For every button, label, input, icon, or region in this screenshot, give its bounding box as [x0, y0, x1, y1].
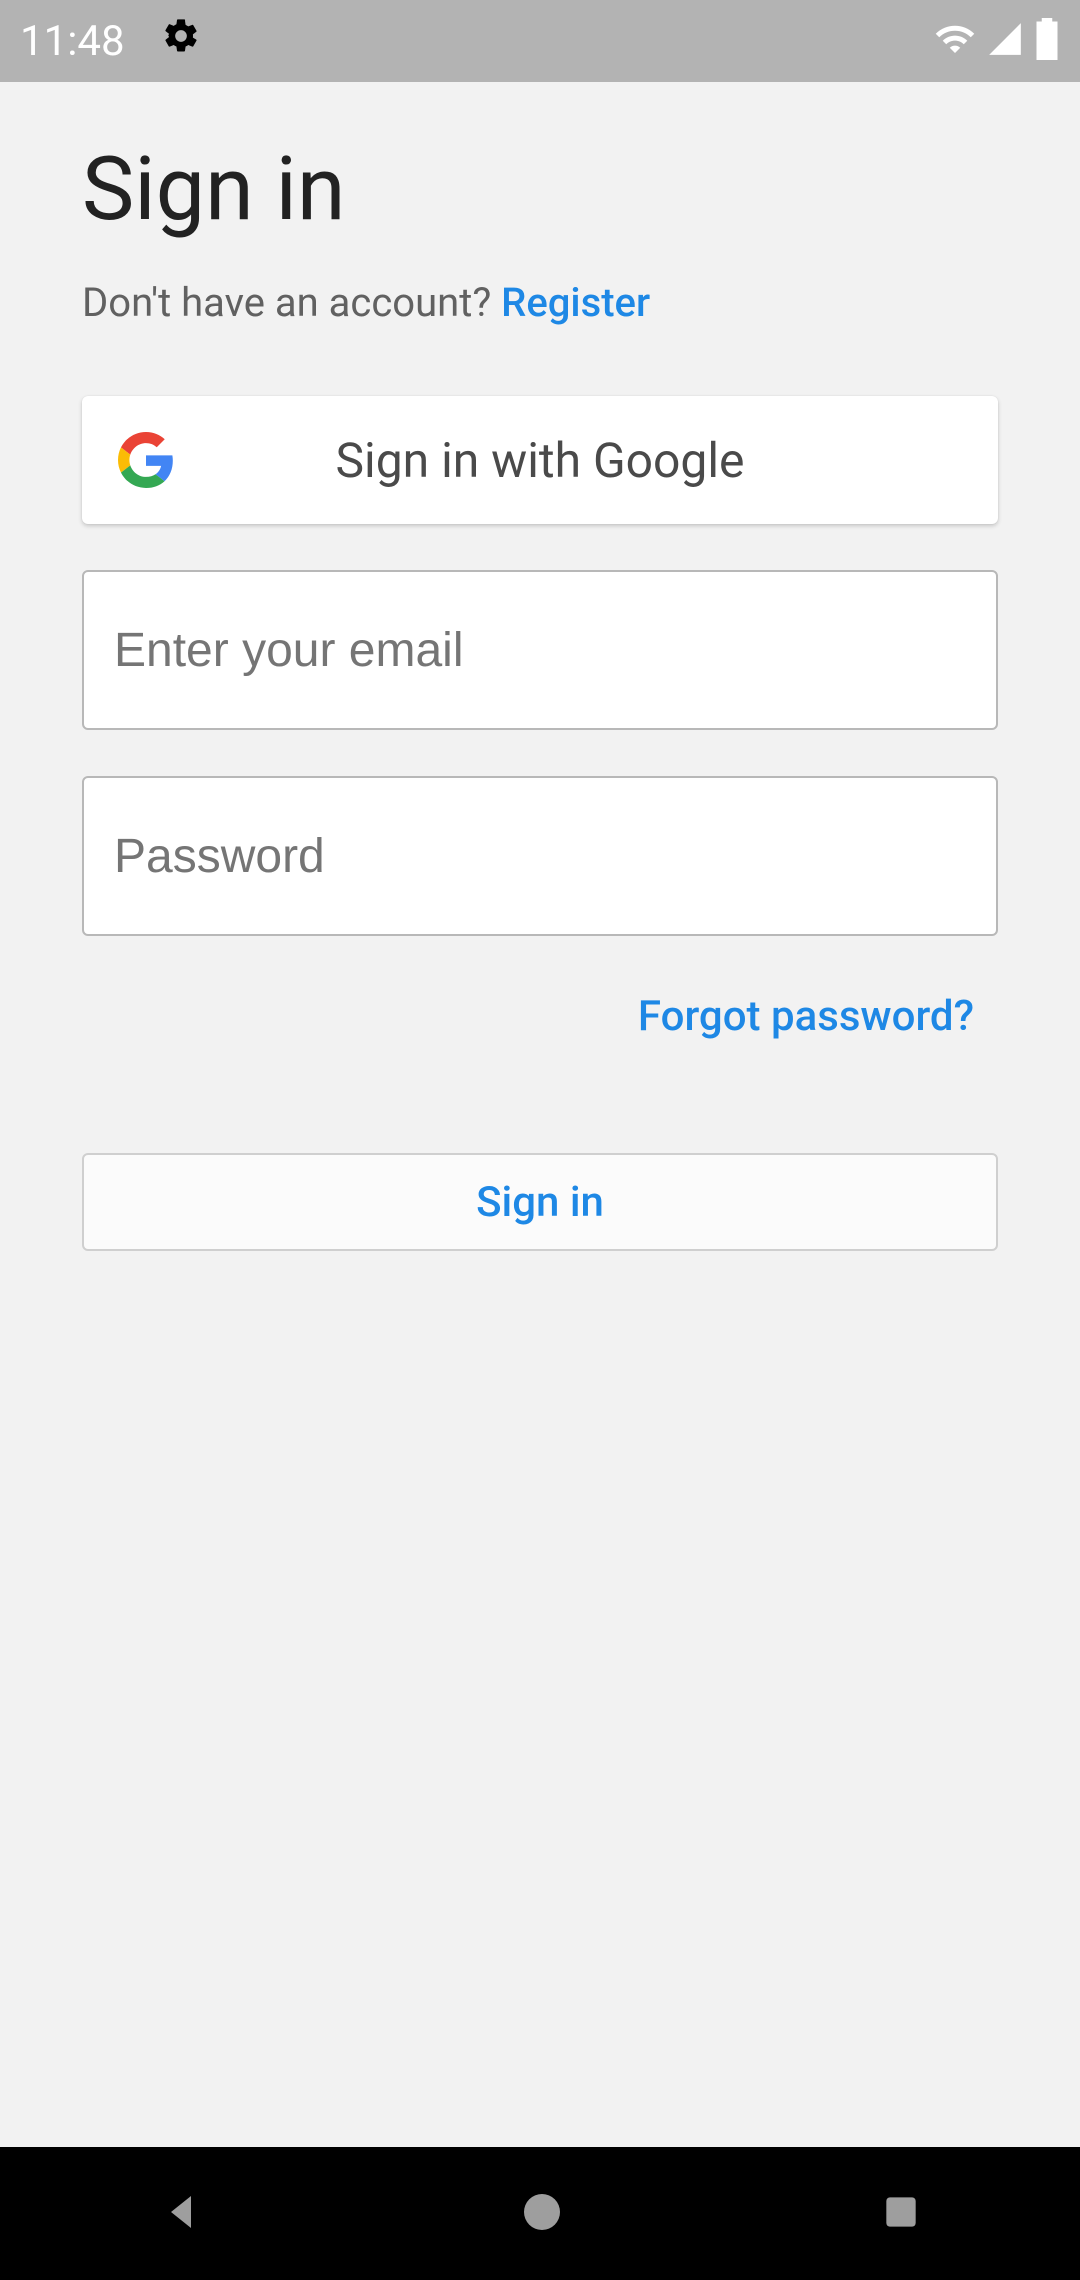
cellular-icon — [986, 20, 1024, 62]
battery-icon — [1034, 18, 1060, 64]
google-icon — [118, 432, 174, 488]
status-left: 11:48 — [20, 16, 201, 67]
google-signin-button[interactable]: Sign in with Google — [82, 396, 998, 524]
page-title: Sign in — [82, 138, 998, 241]
password-field[interactable] — [114, 829, 966, 884]
email-field[interactable] — [114, 623, 966, 678]
google-signin-label: Sign in with Google — [174, 432, 962, 489]
forgot-password-link[interactable]: Forgot password? — [638, 992, 974, 1041]
status-time: 11:48 — [20, 17, 125, 66]
content: Sign in Don't have an account? Register … — [0, 82, 1080, 1251]
subtitle-row: Don't have an account? Register — [82, 279, 998, 326]
password-field-wrap[interactable] — [82, 776, 998, 936]
nav-recent-icon[interactable] — [879, 2190, 923, 2238]
signin-button[interactable]: Sign in — [82, 1153, 998, 1251]
settings-icon — [161, 16, 201, 67]
signin-button-label: Sign in — [476, 1178, 604, 1227]
forgot-row: Forgot password? — [82, 992, 998, 1041]
nav-bar — [0, 2147, 1080, 2280]
wifi-icon — [934, 18, 976, 64]
nav-home-icon[interactable] — [518, 2188, 566, 2240]
subtitle-prefix: Don't have an account? — [82, 279, 501, 326]
status-bar: 11:48 — [0, 0, 1080, 82]
status-right — [934, 18, 1060, 64]
nav-back-icon[interactable] — [157, 2188, 205, 2240]
register-link[interactable]: Register — [501, 279, 650, 326]
email-field-wrap[interactable] — [82, 570, 998, 730]
